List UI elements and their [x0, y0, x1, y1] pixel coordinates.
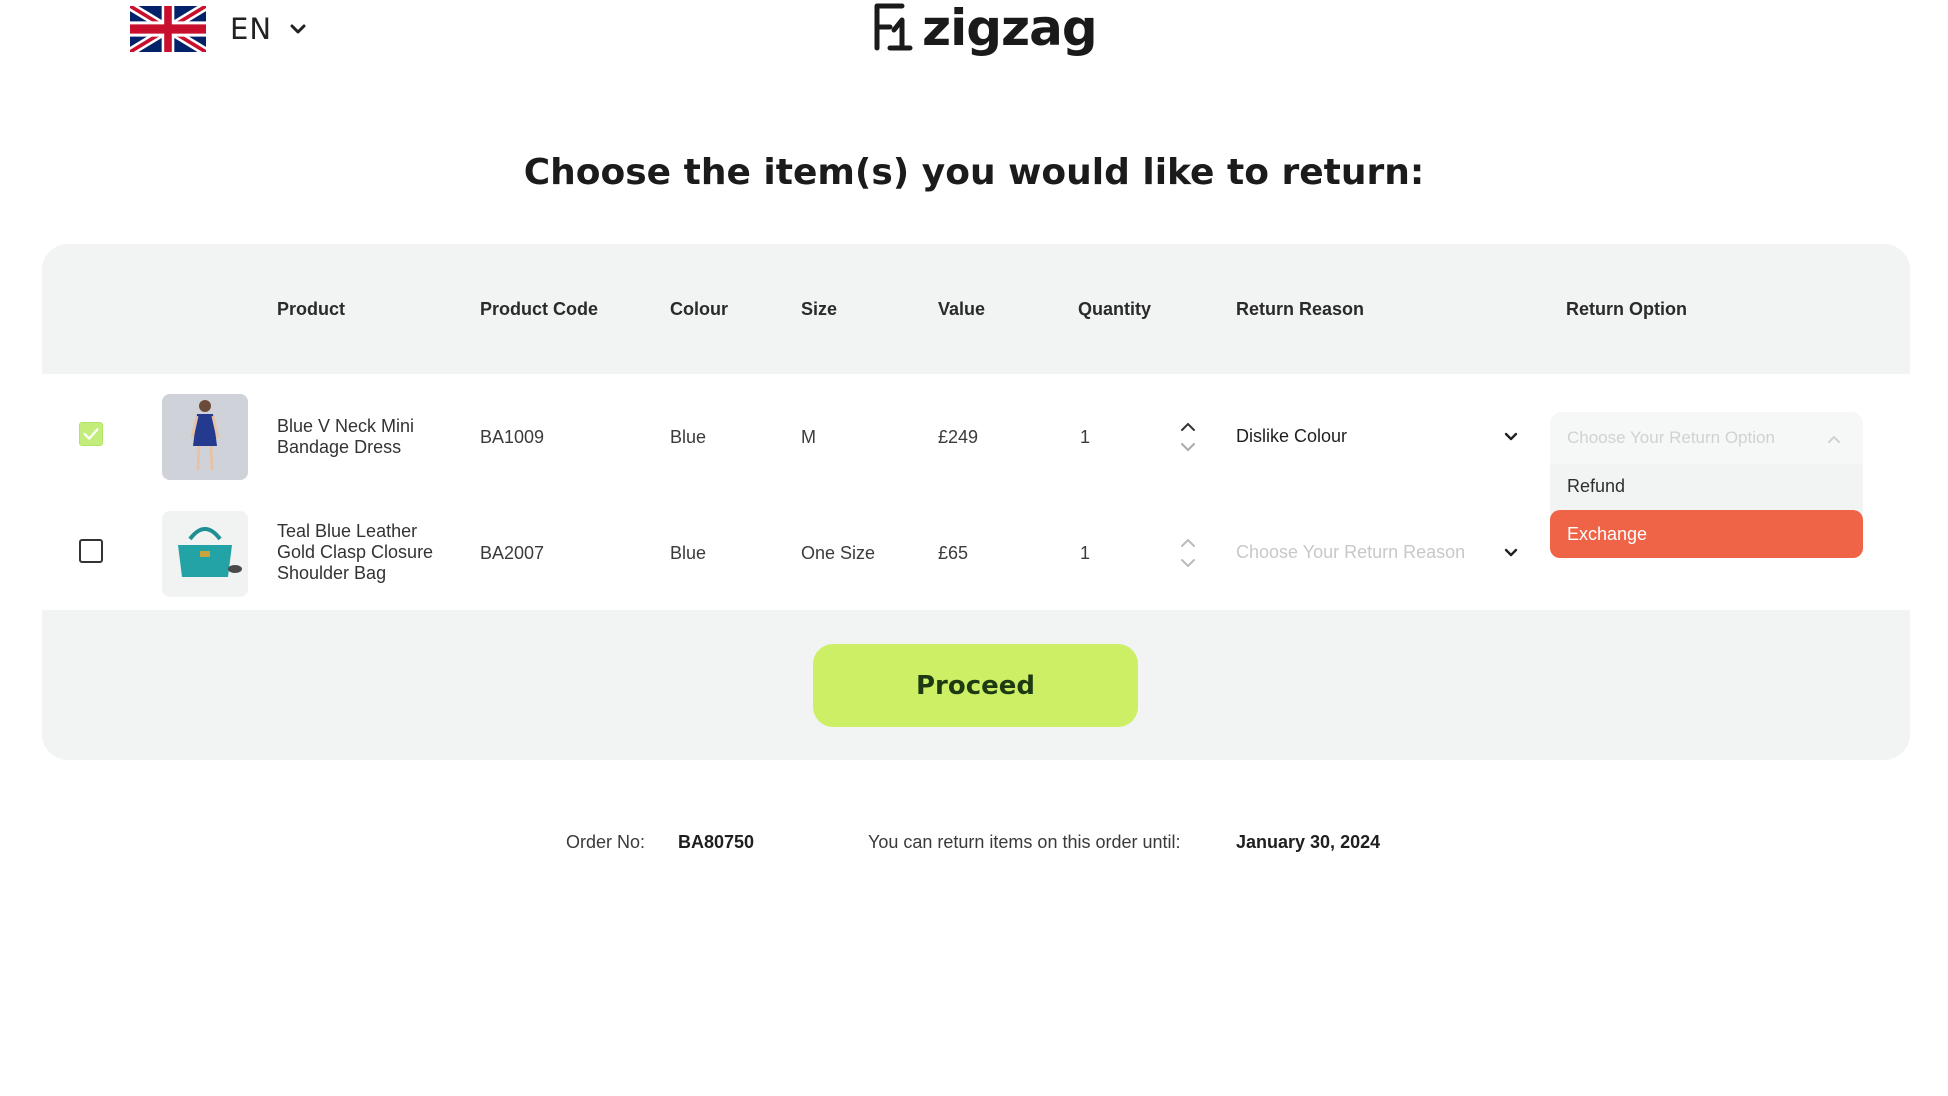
product-name: Blue V Neck Mini Bandage Dress	[277, 416, 415, 457]
return-deadline-date: January 30, 2024	[1236, 832, 1381, 852]
product-size: One Size	[801, 543, 876, 563]
product-colour: Blue	[670, 543, 707, 563]
order-number: BA80750	[678, 832, 755, 852]
product-size: M	[801, 427, 816, 447]
chevron-down-icon	[1504, 432, 1518, 441]
chevron-down-icon[interactable]	[290, 23, 306, 35]
zigzag-logo-icon	[874, 3, 913, 51]
quantity-stepper-icon[interactable]	[1178, 536, 1198, 570]
product-image[interactable]	[162, 394, 248, 480]
chevron-down-icon	[1504, 548, 1518, 557]
header-product: Product	[277, 299, 346, 319]
return-option-dropdown: Choose Your Return Option Refund Exchang…	[1550, 412, 1863, 558]
return-reason-select[interactable]: Dislike Colour	[1236, 420, 1526, 454]
header-size: Size	[801, 299, 838, 319]
header-quantity: Quantity	[1078, 299, 1152, 319]
row-select-checkbox[interactable]	[79, 539, 103, 563]
dress-image	[162, 394, 248, 480]
table-header: Product Product Code Colour Size Value Q…	[42, 244, 1910, 374]
quantity-value[interactable]: 1	[1080, 427, 1090, 448]
return-option-exchange[interactable]: Exchange	[1550, 510, 1863, 558]
header-return-reason: Return Reason	[1236, 299, 1365, 319]
row-select-checkbox[interactable]	[79, 422, 103, 446]
product-value: £65	[938, 543, 969, 563]
header-product-code: Product Code	[480, 299, 599, 319]
brand-name: zigzag	[922, 0, 1098, 57]
uk-flag-icon	[130, 6, 206, 52]
header-value: Value	[938, 299, 986, 319]
return-reason-placeholder: Choose Your Return Reason	[1236, 542, 1466, 562]
product-code: BA2007	[480, 543, 545, 563]
quantity-stepper-icon[interactable]	[1178, 420, 1198, 454]
page-title: Choose the item(s) you would like to ret…	[523, 152, 1425, 193]
return-reason-value: Dislike Colour	[1236, 426, 1348, 446]
return-option-select[interactable]: Choose Your Return Option	[1550, 412, 1863, 464]
checkmark-icon	[83, 428, 99, 440]
return-option-refund[interactable]: Refund	[1550, 462, 1863, 510]
proceed-button[interactable]: Proceed	[813, 644, 1138, 727]
bag-image	[162, 511, 248, 597]
product-value: £249	[938, 427, 979, 447]
return-option-placeholder: Choose Your Return Option	[1567, 428, 1775, 447]
brand-logo[interactable]: zigzag	[872, 0, 1098, 57]
order-number-label: Order No:	[566, 832, 646, 852]
product-colour: Blue	[670, 427, 707, 447]
return-reason-select[interactable]: Choose Your Return Reason	[1236, 536, 1526, 570]
product-code: BA1009	[480, 427, 545, 447]
header-colour: Colour	[670, 299, 728, 319]
return-deadline-label: You can return items on this order until…	[868, 832, 1181, 852]
product-image[interactable]	[162, 511, 248, 597]
chevron-up-icon	[1828, 436, 1840, 443]
header-return-option: Return Option	[1566, 299, 1687, 319]
product-name: Teal Blue Leather Gold Clasp Closure Sho…	[277, 521, 434, 583]
language-selector[interactable]: EN	[130, 5, 306, 53]
quantity-value[interactable]: 1	[1080, 543, 1090, 564]
language-code[interactable]: EN	[230, 12, 272, 46]
